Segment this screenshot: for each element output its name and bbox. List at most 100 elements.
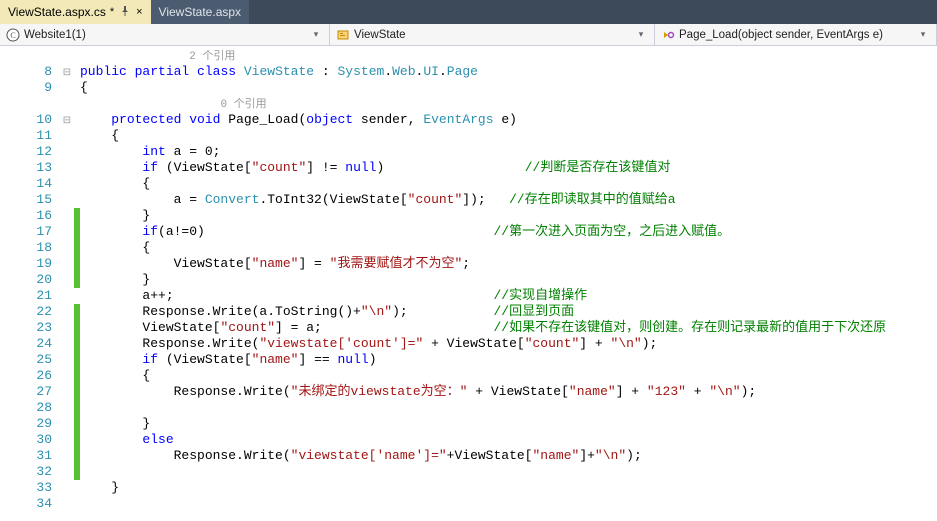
- line-number: 34: [0, 496, 60, 512]
- code-text[interactable]: if (ViewState["count"] != null) //判断是否存在…: [80, 160, 886, 176]
- code-line[interactable]: 33 }: [0, 480, 886, 496]
- code-line[interactable]: 15 a = Convert.ToInt32(ViewState["count"…: [0, 192, 886, 208]
- code-text[interactable]: ViewState["name"] = "我需要赋值才不为空";: [80, 256, 886, 272]
- outline-marker[interactable]: [60, 128, 74, 144]
- tab-viewstate-aspx[interactable]: ViewState.aspx: [151, 0, 250, 24]
- code-text[interactable]: [80, 496, 886, 512]
- outline-marker[interactable]: [60, 272, 74, 288]
- code-line[interactable]: 32: [0, 464, 886, 480]
- code-text[interactable]: }: [80, 208, 886, 224]
- line-number: [0, 48, 60, 64]
- outline-marker[interactable]: [60, 336, 74, 352]
- outline-marker[interactable]: [60, 48, 74, 64]
- close-icon[interactable]: ×: [136, 6, 142, 18]
- outline-marker[interactable]: [60, 96, 74, 112]
- outline-marker[interactable]: [60, 496, 74, 512]
- code-line[interactable]: 16 }: [0, 208, 886, 224]
- code-text[interactable]: {: [80, 128, 886, 144]
- code-text[interactable]: a++; //实现自增操作: [80, 288, 886, 304]
- code-line[interactable]: 28: [0, 400, 886, 416]
- outline-marker[interactable]: [60, 288, 74, 304]
- outline-marker[interactable]: [60, 320, 74, 336]
- outline-marker[interactable]: [60, 256, 74, 272]
- outline-marker[interactable]: [60, 480, 74, 496]
- code-text[interactable]: [80, 464, 886, 480]
- code-text[interactable]: public partial class ViewState : System.…: [80, 64, 886, 80]
- chevron-down-icon: ▾: [634, 29, 648, 40]
- outline-marker[interactable]: [60, 160, 74, 176]
- code-line[interactable]: 25 if (ViewState["name"] == null): [0, 352, 886, 368]
- code-text[interactable]: else: [80, 432, 886, 448]
- code-text[interactable]: {: [80, 80, 886, 96]
- code-line[interactable]: 29 }: [0, 416, 886, 432]
- code-text[interactable]: 0 个引用: [80, 96, 886, 112]
- project-dropdown[interactable]: C Website1(1) ▾: [0, 24, 330, 45]
- outline-marker[interactable]: [60, 224, 74, 240]
- code-text[interactable]: 2 个引用: [80, 48, 886, 64]
- code-line[interactable]: 17 if(a!=0) //第一次进入页面为空，之后进入赋值。: [0, 224, 886, 240]
- code-text[interactable]: protected void Page_Load(object sender, …: [80, 112, 886, 128]
- tab-viewstate-cs[interactable]: ViewState.aspx.cs * ×: [0, 0, 151, 24]
- code-text[interactable]: }: [80, 480, 886, 496]
- code-line[interactable]: 20 }: [0, 272, 886, 288]
- outline-marker[interactable]: [60, 352, 74, 368]
- member-dropdown[interactable]: Page_Load(object sender, EventArgs e) ▾: [655, 24, 937, 45]
- code-line[interactable]: 26 {: [0, 368, 886, 384]
- code-text[interactable]: int a = 0;: [80, 144, 886, 160]
- code-text[interactable]: {: [80, 368, 886, 384]
- code-line[interactable]: 27 Response.Write("未绑定的viewstate为空：" + V…: [0, 384, 886, 400]
- code-text[interactable]: {: [80, 176, 886, 192]
- outline-marker[interactable]: [60, 432, 74, 448]
- outline-marker[interactable]: [60, 416, 74, 432]
- type-dropdown[interactable]: ViewState ▾: [330, 24, 655, 45]
- code-editor[interactable]: 2 个引用8⊟public partial class ViewState : …: [0, 46, 937, 521]
- code-text[interactable]: Response.Write("viewstate['count']=" + V…: [80, 336, 886, 352]
- outline-marker[interactable]: [60, 208, 74, 224]
- code-line[interactable]: 11 {: [0, 128, 886, 144]
- code-line[interactable]: 22 Response.Write(a.ToString()+"\n"); //…: [0, 304, 886, 320]
- outline-marker[interactable]: [60, 144, 74, 160]
- code-line[interactable]: 18 {: [0, 240, 886, 256]
- code-text[interactable]: if (ViewState["name"] == null): [80, 352, 886, 368]
- outline-marker[interactable]: [60, 448, 74, 464]
- code-text[interactable]: ViewState["count"] = a; //如果不存在该键值对，则创建。…: [80, 320, 886, 336]
- code-line[interactable]: 24 Response.Write("viewstate['count']=" …: [0, 336, 886, 352]
- code-line[interactable]: 23 ViewState["count"] = a; //如果不存在该键值对，则…: [0, 320, 886, 336]
- line-number: 26: [0, 368, 60, 384]
- code-line[interactable]: 31 Response.Write("viewstate['name']="+V…: [0, 448, 886, 464]
- outline-marker[interactable]: [60, 384, 74, 400]
- code-line[interactable]: 2 个引用: [0, 48, 886, 64]
- code-text[interactable]: Response.Write("未绑定的viewstate为空：" + View…: [80, 384, 886, 400]
- code-text[interactable]: Response.Write("viewstate['name']="+View…: [80, 448, 886, 464]
- code-text[interactable]: {: [80, 240, 886, 256]
- pin-icon[interactable]: [120, 6, 130, 19]
- code-line[interactable]: 14 {: [0, 176, 886, 192]
- outline-marker[interactable]: [60, 304, 74, 320]
- code-line[interactable]: 12 int a = 0;: [0, 144, 886, 160]
- outline-marker[interactable]: [60, 400, 74, 416]
- outline-marker[interactable]: [60, 240, 74, 256]
- outline-marker[interactable]: ⊟: [60, 112, 74, 128]
- code-text[interactable]: }: [80, 272, 886, 288]
- code-line[interactable]: 30 else: [0, 432, 886, 448]
- code-line[interactable]: 9{: [0, 80, 886, 96]
- code-text[interactable]: }: [80, 416, 886, 432]
- code-line[interactable]: 0 个引用: [0, 96, 886, 112]
- outline-marker[interactable]: [60, 192, 74, 208]
- line-number: 19: [0, 256, 60, 272]
- outline-marker[interactable]: [60, 368, 74, 384]
- outline-marker[interactable]: [60, 176, 74, 192]
- code-line[interactable]: 19 ViewState["name"] = "我需要赋值才不为空";: [0, 256, 886, 272]
- code-line[interactable]: 34: [0, 496, 886, 512]
- code-text[interactable]: a = Convert.ToInt32(ViewState["count"]);…: [80, 192, 886, 208]
- code-line[interactable]: 8⊟public partial class ViewState : Syste…: [0, 64, 886, 80]
- code-text[interactable]: [80, 400, 886, 416]
- code-text[interactable]: Response.Write(a.ToString()+"\n"); //回显到…: [80, 304, 886, 320]
- code-line[interactable]: 21 a++; //实现自增操作: [0, 288, 886, 304]
- outline-marker[interactable]: [60, 80, 74, 96]
- code-line[interactable]: 10⊟ protected void Page_Load(object send…: [0, 112, 886, 128]
- code-text[interactable]: if(a!=0) //第一次进入页面为空，之后进入赋值。: [80, 224, 886, 240]
- outline-marker[interactable]: ⊟: [60, 64, 74, 80]
- code-line[interactable]: 13 if (ViewState["count"] != null) //判断是…: [0, 160, 886, 176]
- outline-marker[interactable]: [60, 464, 74, 480]
